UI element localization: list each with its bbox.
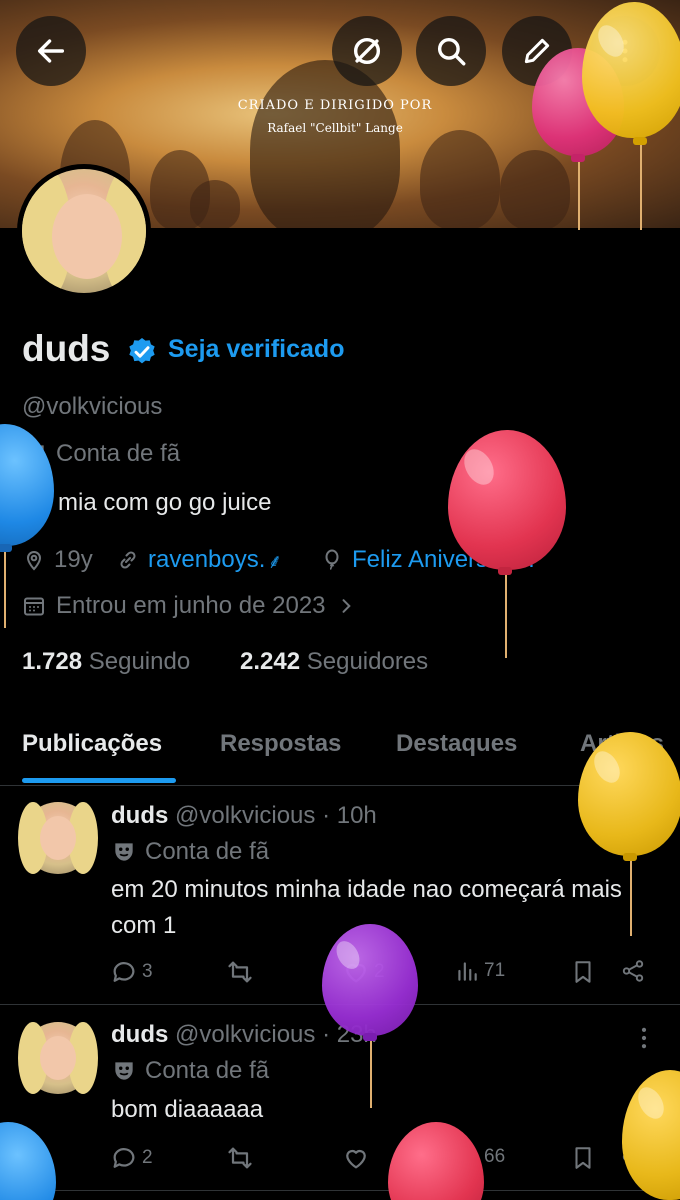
post-fan-label: Conta de fã [111,1057,269,1085]
post-header: duds @volkvicious · 10h [111,802,377,830]
tab-destaques[interactable]: Destaques [396,730,517,758]
fan-account-text: Conta de fã [56,440,181,467]
tab-publicacoes[interactable]: Publicações [22,730,162,758]
views-count: 66 [484,1146,506,1167]
post-avatar[interactable] [18,1022,98,1094]
like-button[interactable] [342,1144,374,1172]
bookmark-button[interactable] [570,958,596,986]
post-fan-label: Conta de fã [111,838,269,866]
bookmark-button[interactable] [570,1144,596,1172]
repost-button[interactable] [226,958,254,986]
balloon-icon [325,549,339,570]
bookmark-icon [575,1147,591,1169]
location-pin-icon [26,551,42,571]
feather-emoji-icon: ⸙ [267,550,283,573]
share-icon [622,960,644,982]
heart-icon [346,1150,366,1169]
join-date-text: Entrou em junho de 2023 [56,592,326,619]
views-count: 71 [484,960,506,981]
location-text: 19y [54,546,93,573]
repost-icon [228,961,252,983]
post-avatar[interactable] [18,802,98,874]
profile-name: duds [22,328,111,369]
post-divider [0,1190,680,1191]
repost-button[interactable] [226,1144,254,1172]
website-link[interactable]: ravenboys. [148,546,265,574]
following-count-link[interactable]: 1.728 Seguindo [22,648,190,676]
views-button[interactable]: 71 [454,958,505,984]
post-more-icon[interactable] [630,1024,658,1052]
website-item[interactable]: ravenboys. ⸙ [116,546,282,574]
chevron-right-icon [342,599,351,613]
post-fan-text: Conta de fã [145,838,270,865]
reply-icon [113,1148,135,1168]
back-button[interactable] [16,16,86,86]
post-author-name[interactable]: duds [111,1021,168,1048]
profile-avatar[interactable] [17,164,151,298]
reply-button[interactable]: 3 [110,958,153,986]
search-icon [437,37,466,66]
theater-mask-icon [115,1062,133,1080]
join-date-item[interactable]: Entrou em junho de 2023 [22,592,356,620]
get-verified-link[interactable]: Seja verificado [168,335,344,364]
post-author-meta: @volkvicious · 10h [175,802,377,829]
followers-count: 2.242 [240,648,301,675]
tab-respostas[interactable]: Respostas [220,730,341,758]
post-author-name[interactable]: duds [111,802,168,829]
bookmark-icon [575,961,591,983]
post-header: duds @volkvicious · 23h [111,1021,377,1049]
post-fan-text: Conta de fã [145,1057,270,1084]
grok-button[interactable] [332,16,402,86]
reply-count: 2 [142,1147,153,1168]
search-button[interactable] [416,16,486,86]
following-count: 1.728 [22,648,83,675]
reply-icon [113,962,135,982]
share-button[interactable] [620,958,646,984]
theater-mask-icon [115,843,133,861]
reply-count: 3 [142,961,153,982]
location-item: 19y [22,546,93,574]
tabs-divider [0,785,680,786]
profile-bio: mia com go go juice [58,489,272,516]
calendar-icon [24,597,44,616]
active-tab-indicator [22,778,176,783]
link-icon [120,551,136,569]
followers-label: Seguidores [306,648,429,675]
reply-button[interactable]: 2 [110,1144,153,1172]
no-symbol-icon [353,37,381,65]
repost-icon [228,1147,252,1169]
post-text: bom diaaaaaa [111,1096,264,1123]
views-chart-icon [458,962,477,981]
followers-count-link[interactable]: 2.242 Seguidores [240,648,428,676]
following-label: Seguindo [88,648,191,675]
back-arrow-icon [37,39,65,63]
profile-handle: @volkvicious [22,393,163,420]
verified-badge-icon [129,338,155,364]
